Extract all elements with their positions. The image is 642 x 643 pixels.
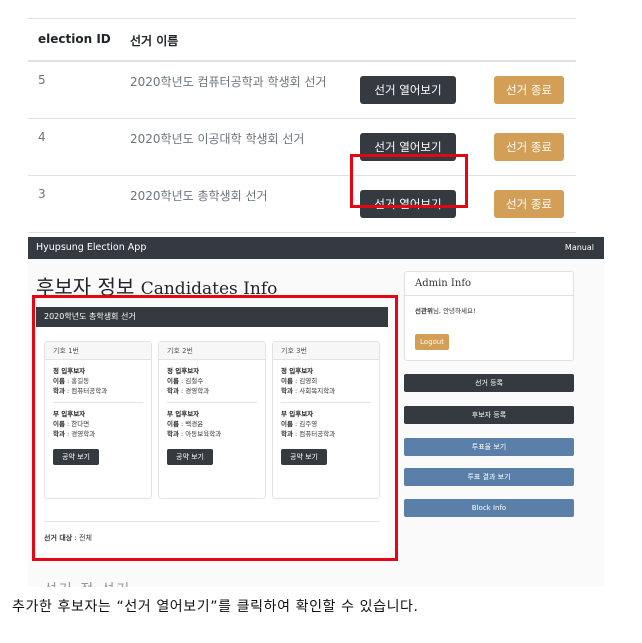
end-election-button[interactable]: 선거 종료 xyxy=(494,76,564,104)
candidates-info-screenshot: Hyupsung Election App Manual 후보자 정보 Cand… xyxy=(28,237,604,587)
open-election-button[interactable]: 선거 열어보기 xyxy=(360,76,456,104)
table-row: 5 2020학년도 컴퓨터공학과 학생회 선거 선거 열어보기 선거 종료 xyxy=(28,62,576,119)
manual-link[interactable]: Manual xyxy=(565,243,594,252)
navbar: Hyupsung Election App Manual xyxy=(28,237,604,259)
greeting-text: 님, 안녕하세요! xyxy=(432,307,476,315)
end-election-button[interactable]: 선거 종료 xyxy=(494,190,564,218)
cropped-heading: 선거 정 선거 xyxy=(44,579,131,587)
election-name-cell: 2020학년도 총학생회 선거 xyxy=(130,189,268,203)
highlight-box-candidates xyxy=(32,295,398,561)
view-turnout-button[interactable]: 투표율 보기 xyxy=(404,438,574,456)
admin-name: 선관위 xyxy=(415,307,433,315)
election-list-screenshot: election ID 선거 이름 5 2020학년도 컴퓨터공학과 학생회 선… xyxy=(0,0,642,233)
election-name-cell: 2020학년도 이공대학 학생회 선거 xyxy=(130,132,305,146)
election-id-cell: 4 xyxy=(38,130,46,144)
app-brand[interactable]: Hyupsung Election App xyxy=(36,242,146,253)
register-election-button[interactable]: 선거 등록 xyxy=(404,374,574,392)
view-results-button[interactable]: 투표 결과 보기 xyxy=(404,468,574,486)
table-row: 4 2020학년도 이공대학 학생회 선거 선거 열어보기 선거 종료 xyxy=(28,119,576,176)
election-table: election ID 선거 이름 5 2020학년도 컴퓨터공학과 학생회 선… xyxy=(28,18,576,233)
admin-info-card: Admin Info 선관위님, 안녕하세요! Logout xyxy=(404,271,574,361)
header-election-name: 선거 이름 xyxy=(130,34,179,48)
table-header: election ID 선거 이름 xyxy=(28,18,576,62)
end-election-button[interactable]: 선거 종료 xyxy=(494,133,564,161)
block-info-button[interactable]: Block Info xyxy=(404,499,574,517)
logout-button[interactable]: Logout xyxy=(415,334,449,350)
caption-text: 추가한 후보자는 “선거 열어보기”를 클릭하여 확인할 수 있습니다. xyxy=(12,599,419,615)
header-election-id: election ID xyxy=(38,32,111,46)
election-name-cell: 2020학년도 컴퓨터공학과 학생회 선거 xyxy=(130,75,327,89)
register-candidate-button[interactable]: 후보자 등록 xyxy=(404,406,574,424)
election-id-cell: 3 xyxy=(38,187,46,201)
election-id-cell: 5 xyxy=(38,73,46,87)
table-row: 3 2020학년도 총학생회 선거 선거 열어보기 선거 종료 xyxy=(28,176,576,233)
admin-info-title: Admin Info xyxy=(405,272,573,296)
highlight-box-open-button xyxy=(350,154,468,208)
admin-greeting: 선관위님, 안녕하세요! xyxy=(415,305,476,315)
